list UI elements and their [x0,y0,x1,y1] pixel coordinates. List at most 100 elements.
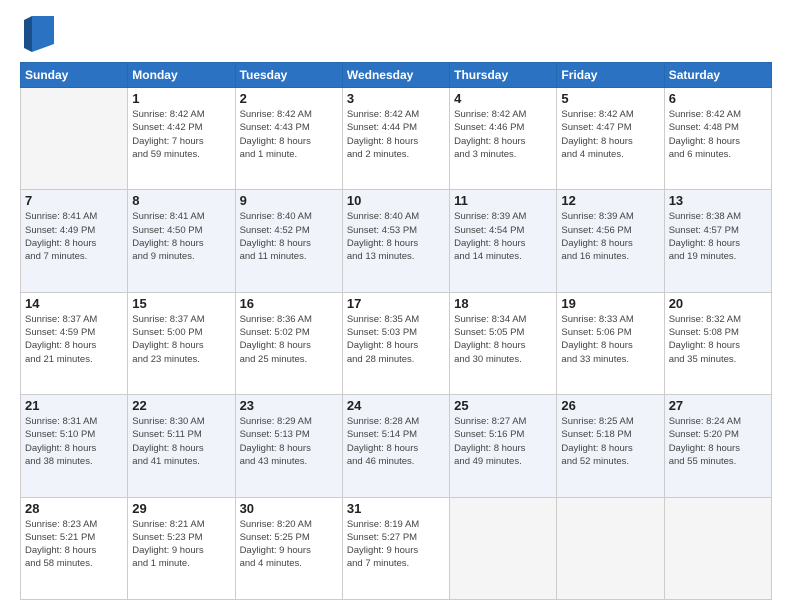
calendar-cell: 23Sunrise: 8:29 AM Sunset: 5:13 PM Dayli… [235,395,342,497]
day-info: Sunrise: 8:37 AM Sunset: 4:59 PM Dayligh… [25,313,123,366]
calendar-cell: 11Sunrise: 8:39 AM Sunset: 4:54 PM Dayli… [450,190,557,292]
day-info: Sunrise: 8:42 AM Sunset: 4:46 PM Dayligh… [454,108,552,161]
calendar-cell: 9 Sunrise: 8:40 AM Sunset: 4:52 PM Daylig… [235,190,342,292]
day-info: Sunrise: 8:41 AM Sunset: 4:49 PM Dayligh… [25,210,123,263]
calendar-week-row: 28 Sunrise: 8:23 AM Sunset: 5:21 PM Dayli… [21,497,772,599]
calendar-cell [450,497,557,599]
day-info: Sunrise: 8:39 AM Sunset: 4:54 PM Dayligh… [454,210,552,263]
day-number: 13 [669,193,767,208]
day-info: Sunrise: 8:41 AM Sunset: 4:50 PM Dayligh… [132,210,230,263]
calendar-cell [664,497,771,599]
calendar-cell: 17 Sunrise: 8:35 AM Sunset: 5:03 PM Dayli… [342,292,449,394]
day-info: Sunrise: 8:30 AM Sunset: 5:11 PM Dayligh… [132,415,230,468]
day-number: 16 [240,296,338,311]
day-number: 30 [240,501,338,516]
calendar-cell: 21 Sunrise: 8:31 AM Sunset: 5:10 PM Dayli… [21,395,128,497]
calendar-cell: 19 Sunrise: 8:33 AM Sunset: 5:06 PM Dayli… [557,292,664,394]
day-number: 20 [669,296,767,311]
day-number: 4 [454,91,552,106]
calendar-cell: 24 Sunrise: 8:28 AM Sunset: 5:14 PM Dayli… [342,395,449,497]
day-number: 17 [347,296,445,311]
calendar-cell: 16 Sunrise: 8:36 AM Sunset: 5:02 PM Dayli… [235,292,342,394]
calendar-cell [557,497,664,599]
calendar-cell: 8 Sunrise: 8:41 AM Sunset: 4:50 PM Daylig… [128,190,235,292]
calendar-cell: 29 Sunrise: 8:21 AM Sunset: 5:23 PM Dayli… [128,497,235,599]
calendar-cell: 26 Sunrise: 8:25 AM Sunset: 5:18 PM Dayli… [557,395,664,497]
day-number: 15 [132,296,230,311]
calendar-cell: 28 Sunrise: 8:23 AM Sunset: 5:21 PM Dayli… [21,497,128,599]
day-number: 2 [240,91,338,106]
day-info: Sunrise: 8:23 AM Sunset: 5:21 PM Dayligh… [25,518,123,571]
header [20,16,772,52]
day-info: Sunrise: 8:38 AM Sunset: 4:57 PM Dayligh… [669,210,767,263]
day-number: 5 [561,91,659,106]
day-number: 24 [347,398,445,413]
calendar-week-row: 1 Sunrise: 8:42 AM Sunset: 4:42 PM Daylig… [21,88,772,190]
day-info: Sunrise: 8:21 AM Sunset: 5:23 PM Dayligh… [132,518,230,571]
calendar-table: SundayMondayTuesdayWednesdayThursdayFrid… [20,62,772,600]
calendar-cell: 25 Sunrise: 8:27 AM Sunset: 5:16 PM Dayli… [450,395,557,497]
day-info: Sunrise: 8:29 AM Sunset: 5:13 PM Dayligh… [240,415,338,468]
logo-text [20,16,54,52]
day-info: Sunrise: 8:20 AM Sunset: 5:25 PM Dayligh… [240,518,338,571]
day-number: 10 [347,193,445,208]
day-info: Sunrise: 8:42 AM Sunset: 4:43 PM Dayligh… [240,108,338,161]
calendar-cell: 14Sunrise: 8:37 AM Sunset: 4:59 PM Dayli… [21,292,128,394]
logo-icon [24,16,54,52]
day-info: Sunrise: 8:40 AM Sunset: 4:52 PM Dayligh… [240,210,338,263]
weekday-friday: Friday [557,63,664,88]
day-info: Sunrise: 8:31 AM Sunset: 5:10 PM Dayligh… [25,415,123,468]
day-info: Sunrise: 8:32 AM Sunset: 5:08 PM Dayligh… [669,313,767,366]
day-number: 21 [25,398,123,413]
day-number: 25 [454,398,552,413]
calendar-cell: 13 Sunrise: 8:38 AM Sunset: 4:57 PM Dayli… [664,190,771,292]
day-number: 12 [561,193,659,208]
day-info: Sunrise: 8:34 AM Sunset: 5:05 PM Dayligh… [454,313,552,366]
day-info: Sunrise: 8:42 AM Sunset: 4:44 PM Dayligh… [347,108,445,161]
page: SundayMondayTuesdayWednesdayThursdayFrid… [0,0,792,612]
day-number: 7 [25,193,123,208]
weekday-monday: Monday [128,63,235,88]
weekday-saturday: Saturday [664,63,771,88]
day-number: 31 [347,501,445,516]
day-info: Sunrise: 8:40 AM Sunset: 4:53 PM Dayligh… [347,210,445,263]
calendar-cell: 31 Sunrise: 8:19 AM Sunset: 5:27 PM Dayli… [342,497,449,599]
day-info: Sunrise: 8:24 AM Sunset: 5:20 PM Dayligh… [669,415,767,468]
weekday-wednesday: Wednesday [342,63,449,88]
day-info: Sunrise: 8:42 AM Sunset: 4:47 PM Dayligh… [561,108,659,161]
calendar-cell: 7 Sunrise: 8:41 AM Sunset: 4:49 PM Daylig… [21,190,128,292]
day-info: Sunrise: 8:19 AM Sunset: 5:27 PM Dayligh… [347,518,445,571]
day-info: Sunrise: 8:35 AM Sunset: 5:03 PM Dayligh… [347,313,445,366]
day-info: Sunrise: 8:28 AM Sunset: 5:14 PM Dayligh… [347,415,445,468]
day-number: 8 [132,193,230,208]
calendar-cell: 1 Sunrise: 8:42 AM Sunset: 4:42 PM Daylig… [128,88,235,190]
day-number: 1 [132,91,230,106]
day-number: 27 [669,398,767,413]
weekday-header-row: SundayMondayTuesdayWednesdayThursdayFrid… [21,63,772,88]
day-number: 9 [240,193,338,208]
calendar-cell: 3 Sunrise: 8:42 AM Sunset: 4:44 PM Daylig… [342,88,449,190]
day-number: 3 [347,91,445,106]
day-number: 6 [669,91,767,106]
day-info: Sunrise: 8:42 AM Sunset: 4:48 PM Dayligh… [669,108,767,161]
day-number: 18 [454,296,552,311]
calendar-cell [21,88,128,190]
calendar-cell: 12Sunrise: 8:39 AM Sunset: 4:56 PM Dayli… [557,190,664,292]
calendar-cell: 27 Sunrise: 8:24 AM Sunset: 5:20 PM Dayli… [664,395,771,497]
day-number: 26 [561,398,659,413]
calendar-cell: 5 Sunrise: 8:42 AM Sunset: 4:47 PM Daylig… [557,88,664,190]
day-number: 28 [25,501,123,516]
calendar-cell: 6 Sunrise: 8:42 AM Sunset: 4:48 PM Daylig… [664,88,771,190]
day-info: Sunrise: 8:25 AM Sunset: 5:18 PM Dayligh… [561,415,659,468]
calendar-cell: 15Sunrise: 8:37 AM Sunset: 5:00 PM Dayli… [128,292,235,394]
day-info: Sunrise: 8:36 AM Sunset: 5:02 PM Dayligh… [240,313,338,366]
day-info: Sunrise: 8:27 AM Sunset: 5:16 PM Dayligh… [454,415,552,468]
weekday-thursday: Thursday [450,63,557,88]
calendar-cell: 10 Sunrise: 8:40 AM Sunset: 4:53 PM Dayli… [342,190,449,292]
weekday-tuesday: Tuesday [235,63,342,88]
day-info: Sunrise: 8:33 AM Sunset: 5:06 PM Dayligh… [561,313,659,366]
day-number: 29 [132,501,230,516]
day-number: 19 [561,296,659,311]
day-info: Sunrise: 8:42 AM Sunset: 4:42 PM Dayligh… [132,108,230,161]
calendar-week-row: 21 Sunrise: 8:31 AM Sunset: 5:10 PM Dayli… [21,395,772,497]
